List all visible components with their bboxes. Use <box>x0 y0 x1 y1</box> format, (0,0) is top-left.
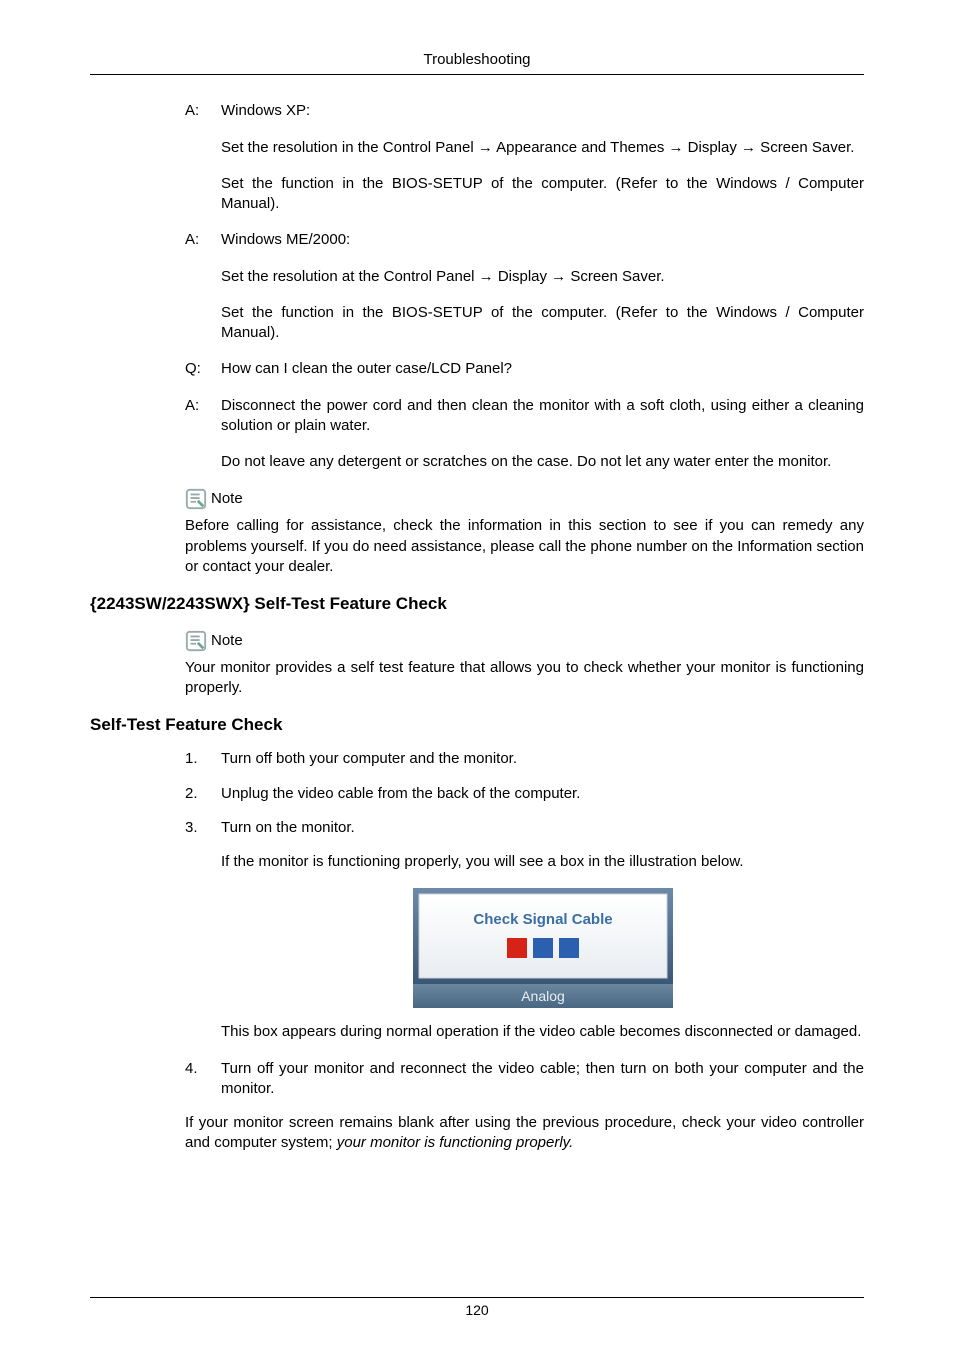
step-number: 2. <box>185 784 221 804</box>
note-body: Before calling for assistance, check the… <box>185 516 864 577</box>
note-heading: Note <box>185 488 864 510</box>
step-body: Turn off both your computer and the moni… <box>221 749 864 769</box>
step-body: Turn off your monitor and reconnect the … <box>221 1059 864 1100</box>
step-number: 4. <box>185 1059 221 1100</box>
qa-indent: Set the resolution at the Control Panel … <box>221 267 864 287</box>
qa-body: Windows ME/2000: <box>221 230 864 250</box>
step-subtext: If the monitor is functioning properly, … <box>221 852 864 872</box>
qa-label: A: <box>185 230 221 250</box>
step-body: Turn on the monitor. <box>221 818 864 838</box>
qa-item: Q: How can I clean the outer case/LCD Pa… <box>185 359 864 379</box>
step-item: 2. Unplug the video cable from the back … <box>185 784 864 804</box>
qa-indent: Set the function in the BIOS-SETUP of th… <box>221 303 864 344</box>
note-icon <box>185 630 207 652</box>
qa-item: A: Windows XP: <box>185 101 864 121</box>
note-icon <box>185 488 207 510</box>
qa-label: A: <box>185 101 221 121</box>
qa-indent: Set the function in the BIOS-SETUP of th… <box>221 174 864 215</box>
qa-indent: Set the resolution in the Control Panel … <box>221 138 864 158</box>
note-label: Note <box>211 631 243 651</box>
figure-description: This box appears during normal operation… <box>221 1022 864 1042</box>
qa-label: A: <box>185 396 221 437</box>
closing-paragraph: If your monitor screen remains blank aft… <box>185 1113 864 1154</box>
step-number: 1. <box>185 749 221 769</box>
qa-label: Q: <box>185 359 221 379</box>
closing-italic: your monitor is functioning properly. <box>337 1134 574 1151</box>
step-number: 3. <box>185 818 221 838</box>
qa-body: Disconnect the power cord and then clean… <box>221 396 864 437</box>
qa-body: Windows XP: <box>221 101 864 121</box>
step-item: 1. Turn off both your computer and the m… <box>185 749 864 769</box>
signal-cable-figure: Check Signal Cable Analog <box>221 888 864 1008</box>
note-body: Your monitor provides a self test featur… <box>185 658 864 699</box>
page-number: 120 <box>0 1301 954 1320</box>
qa-indent: Do not leave any detergent or scratches … <box>221 452 864 472</box>
step-item: 4. Turn off your monitor and reconnect t… <box>185 1059 864 1100</box>
qa-item: A: Windows ME/2000: <box>185 230 864 250</box>
note-heading: Note <box>185 630 864 652</box>
note-label: Note <box>211 489 243 509</box>
running-header: Troubleshooting <box>90 50 864 70</box>
qa-body: How can I clean the outer case/LCD Panel… <box>221 359 864 379</box>
figure-footer: Analog <box>521 988 565 1004</box>
step-item: 3. Turn on the monitor. <box>185 818 864 838</box>
header-rule <box>90 74 864 75</box>
section-heading: Self-Test Feature Check <box>90 714 864 737</box>
qa-item: A: Disconnect the power cord and then cl… <box>185 396 864 437</box>
footer-rule <box>90 1297 864 1298</box>
section-heading: {2243SW/2243SWX} Self-Test Feature Check <box>90 593 864 616</box>
step-body: Unplug the video cable from the back of … <box>221 784 864 804</box>
figure-caption: Check Signal Cable <box>473 911 612 928</box>
